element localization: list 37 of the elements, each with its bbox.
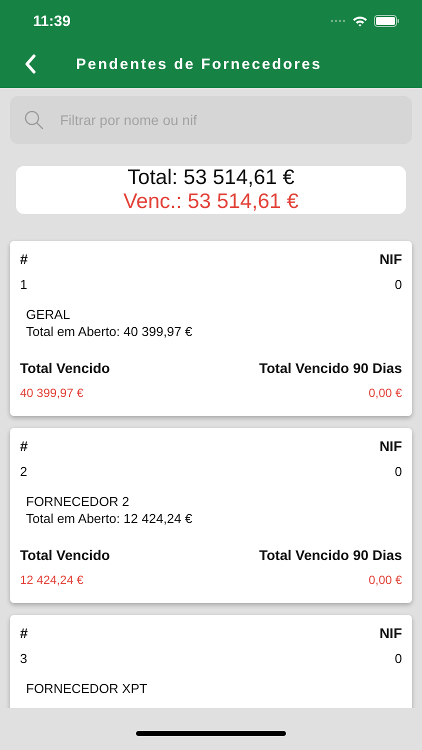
overdue-90-value: 0,00 €	[368, 573, 402, 587]
signal-icon	[330, 19, 346, 23]
column-label: #	[20, 438, 28, 454]
supplier-card[interactable]: # NIF 2 0 FORNECEDOR 2 Total em Aberto: 12 424,24 € Total Vencido Total Vencido 90 Dias 12 424,24 € 0,00 €	[10, 428, 412, 603]
wifi-icon	[352, 15, 368, 27]
supplier-number: 1	[20, 277, 28, 292]
column-label: NIF	[379, 251, 402, 267]
supplier-card[interactable]: # NIF 1 0 GERAL Total em Aberto: 40 399,97 € Total Vencido Total Vencido 90 Dias 40 399,97 € 0,00 €	[10, 241, 412, 416]
supplier-number: 2	[20, 464, 28, 479]
column-label: Total Vencido	[20, 360, 110, 376]
overdue-value: 12 424,24 €	[20, 573, 84, 587]
supplier-name: FORNECEDOR 2	[26, 493, 130, 510]
back-icon[interactable]	[24, 54, 36, 74]
supplier-name: GERAL	[26, 306, 72, 323]
column-label: NIF	[379, 438, 402, 454]
supplier-nif: 0	[394, 277, 402, 292]
column-label: NIF	[379, 625, 402, 641]
supplier-card[interactable]: # NIF 3 0 FORNECEDOR XPT	[10, 615, 412, 708]
column-label: #	[20, 625, 28, 641]
total-amount: Total: 53 514,61 €	[128, 166, 294, 190]
status-time: 11:39	[33, 12, 71, 30]
supplier-number: 3	[20, 651, 28, 666]
supplier-nif: 0	[394, 464, 402, 479]
column-label: Total Vencido	[20, 547, 110, 563]
column-label: Total Vencido 90 Dias	[259, 360, 402, 376]
open-total: Total em Aberto: 40 399,97 €	[26, 323, 194, 340]
screen-title: Pendentes de Fornecedores	[76, 56, 322, 72]
supplier-nif: 0	[394, 651, 402, 666]
supplier-name: FORNECEDOR XPT	[26, 680, 148, 697]
battery-icon	[374, 15, 400, 27]
overdue-amount: Venc.: 53 514,61 €	[123, 190, 299, 214]
search-icon	[24, 110, 44, 130]
overdue-value: 40 399,97 €	[20, 386, 84, 400]
overdue-90-value: 0,00 €	[368, 386, 402, 400]
open-total: Total em Aberto: 12 424,24 €	[26, 510, 194, 527]
column-label: Total Vencido 90 Dias	[259, 547, 402, 563]
column-label: #	[20, 251, 28, 267]
